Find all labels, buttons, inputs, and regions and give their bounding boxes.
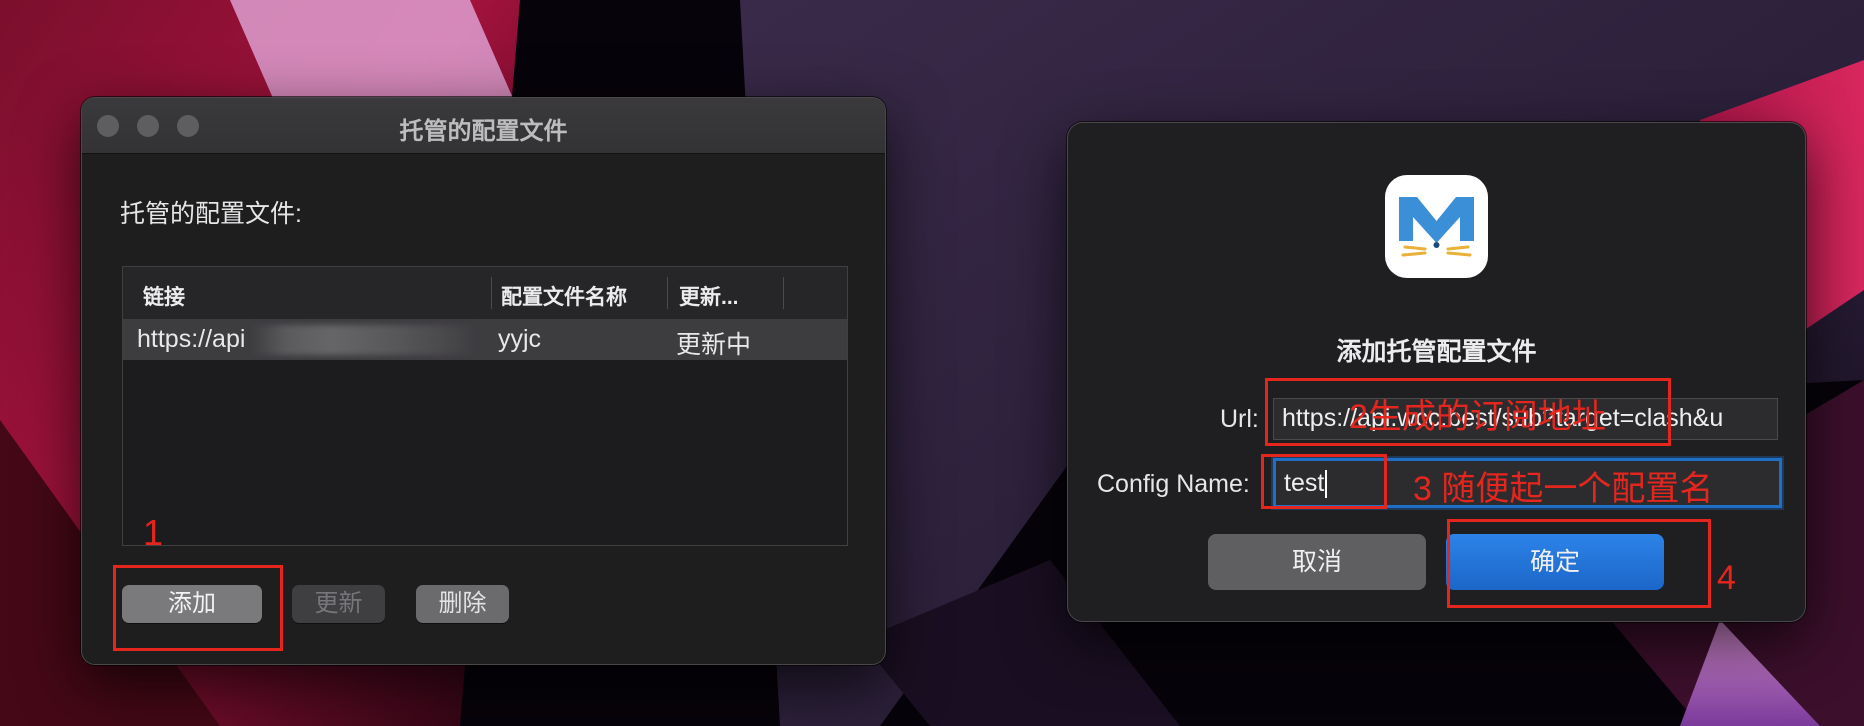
section-label: 托管的配置文件: — [120, 200, 302, 228]
config-name-label: Config Name: — [1097, 470, 1250, 498]
column-header-update[interactable]: 更新... — [679, 281, 739, 311]
annotation-step-2: 2生成的订阅地址 — [1349, 398, 1606, 436]
annotation-box-config-name — [1261, 454, 1387, 509]
column-divider[interactable] — [667, 277, 668, 309]
annotation-box-confirm — [1447, 519, 1711, 608]
app-logo-icon — [1385, 175, 1488, 278]
row-config-name: yyjc — [498, 325, 542, 353]
redacted-blur — [251, 325, 479, 355]
annotation-box-add — [113, 565, 283, 651]
delete-button[interactable]: 删除 — [416, 585, 509, 623]
table-header: 链接 配置文件名称 更新... — [123, 267, 847, 320]
column-divider[interactable] — [783, 277, 784, 309]
column-header-link[interactable]: 链接 — [143, 281, 185, 311]
dialog-title: 添加托管配置文件 — [1336, 338, 1537, 366]
column-header-name[interactable]: 配置文件名称 — [501, 281, 627, 311]
annotation-step-4: 4 — [1717, 559, 1736, 597]
update-button[interactable]: 更新 — [292, 585, 385, 623]
row-status: 更新中 — [676, 331, 752, 359]
config-table[interactable]: 链接 配置文件名称 更新... https://api yyjc 更新中 — [122, 266, 848, 546]
window-titlebar[interactable]: 托管的配置文件 — [82, 98, 885, 154]
window-title: 托管的配置文件 — [399, 118, 568, 145]
column-divider[interactable] — [491, 277, 492, 309]
annotation-step-1: 1 — [143, 512, 164, 553]
annotation-step-3: 3 随便起一个配置名 — [1413, 470, 1714, 508]
url-label: Url: — [1220, 405, 1259, 433]
row-link: https://api — [137, 325, 246, 353]
table-row[interactable]: https://api yyjc 更新中 — [123, 319, 847, 360]
cancel-button[interactable]: 取消 — [1208, 534, 1426, 590]
